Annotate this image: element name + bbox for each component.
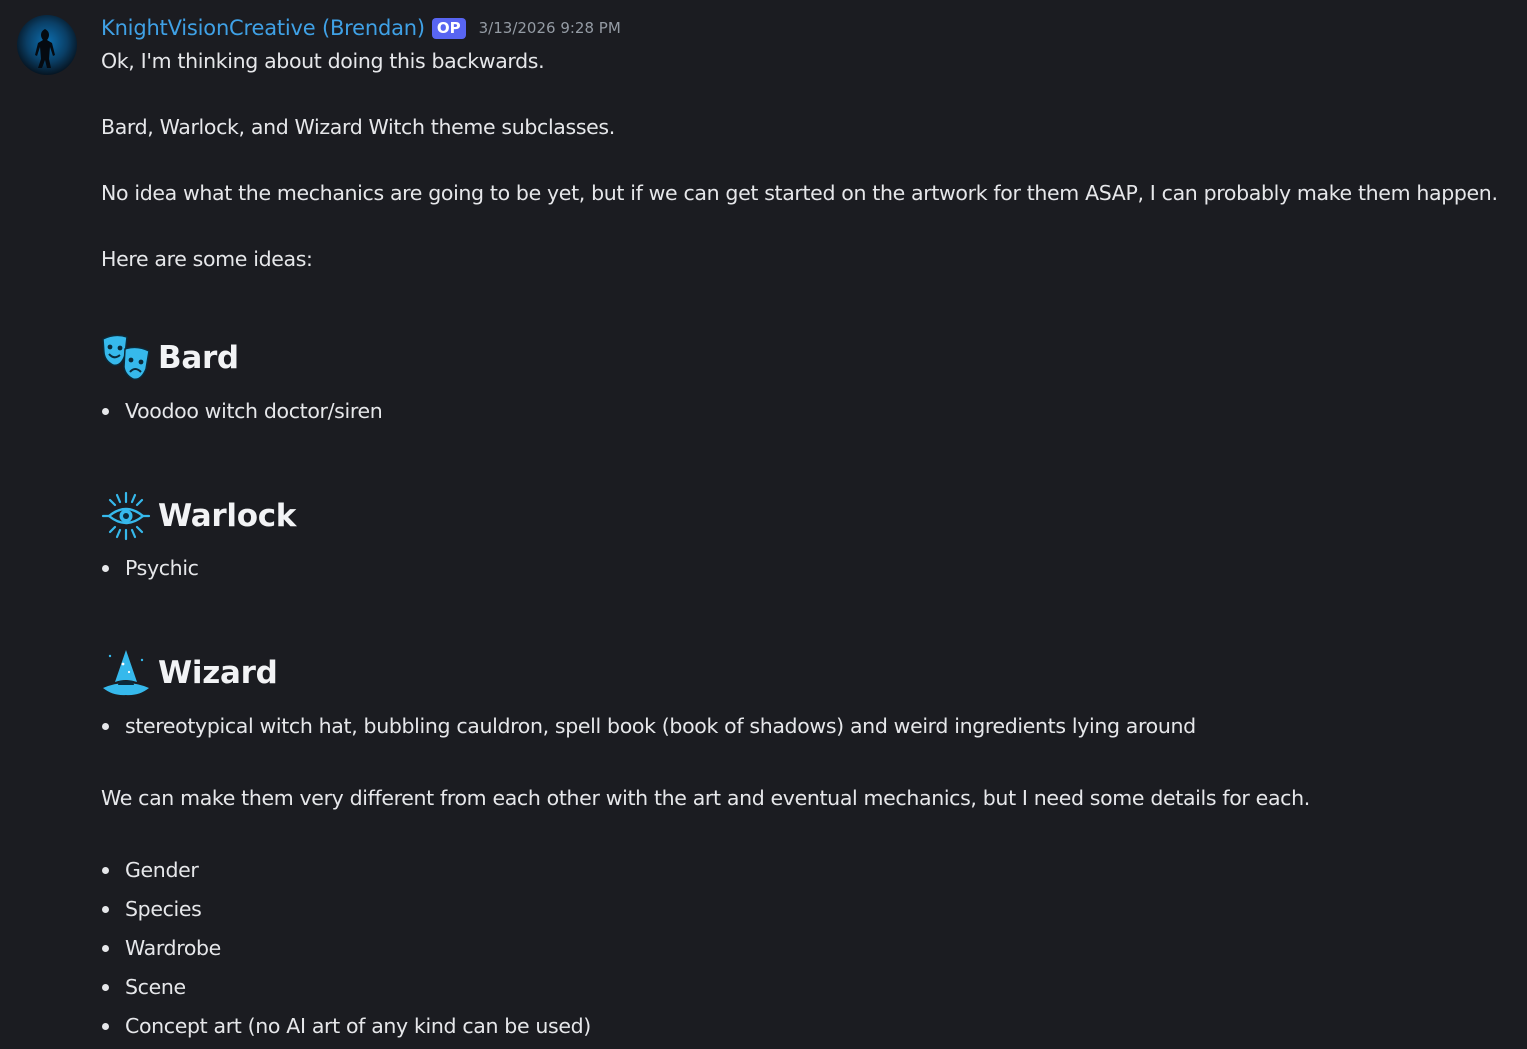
bullet-dot (102, 866, 109, 874)
section-title: Wizard (158, 655, 278, 691)
list-item-text: Gender (125, 858, 199, 882)
username[interactable]: KnightVisionCreative (Brendan) (101, 16, 425, 40)
bullet-dot (102, 1022, 109, 1030)
list-item: stereotypical witch hat, bubbling cauldr… (101, 710, 1196, 742)
list-item-text: stereotypical witch hat, bubbling cauldr… (125, 714, 1196, 738)
section-heading-wizard: Wizard (101, 648, 278, 698)
message-line: Bard, Warlock, and Wizard Witch theme su… (101, 115, 615, 139)
list-item-text: Concept art (no AI art of any kind can b… (125, 1014, 591, 1038)
list-item: Gender (101, 854, 199, 886)
list-item-text: Voodoo witch doctor/siren (125, 399, 383, 423)
theater-masks-icon (101, 333, 151, 383)
wizard-hat-icon (101, 648, 151, 698)
list-item: Wardrobe (101, 932, 221, 964)
message-line: We can make them very different from eac… (101, 786, 1310, 810)
chat-message: KnightVisionCreative (Brendan) OP 3/13/2… (0, 0, 1527, 1049)
section-title: Bard (158, 340, 239, 376)
message-line: No idea what the mechanics are going to … (101, 181, 1498, 205)
list-item: Voodoo witch doctor/siren (101, 395, 383, 427)
list-item-text: Psychic (125, 556, 199, 580)
list-item: Concept art (no AI art of any kind can b… (101, 1010, 591, 1042)
list-item-text: Scene (125, 975, 186, 999)
eye-sun-icon (101, 491, 151, 541)
op-badge: OP (431, 17, 466, 39)
list-item: Scene (101, 971, 186, 1003)
bullet-dot (102, 905, 109, 913)
bullet-dot (102, 564, 109, 572)
message-line: Here are some ideas: (101, 247, 313, 271)
bullet-dot (102, 407, 109, 415)
section-heading-bard: Bard (101, 333, 239, 383)
knight-silhouette-icon (35, 29, 55, 68)
list-item: Psychic (101, 552, 199, 584)
list-item: Species (101, 893, 202, 925)
list-item-text: Wardrobe (125, 936, 221, 960)
message-header: KnightVisionCreative (Brendan) OP 3/13/2… (101, 12, 621, 44)
message-line: Ok, I'm thinking about doing this backwa… (101, 49, 545, 73)
bullet-dot (102, 983, 109, 991)
bullet-dot (102, 944, 109, 952)
timestamp[interactable]: 3/13/2026 9:28 PM (479, 19, 621, 37)
bullet-dot (102, 722, 109, 730)
section-heading-warlock: Warlock (101, 491, 296, 541)
avatar[interactable] (17, 15, 77, 75)
list-item-text: Species (125, 897, 202, 921)
section-title: Warlock (158, 498, 297, 534)
